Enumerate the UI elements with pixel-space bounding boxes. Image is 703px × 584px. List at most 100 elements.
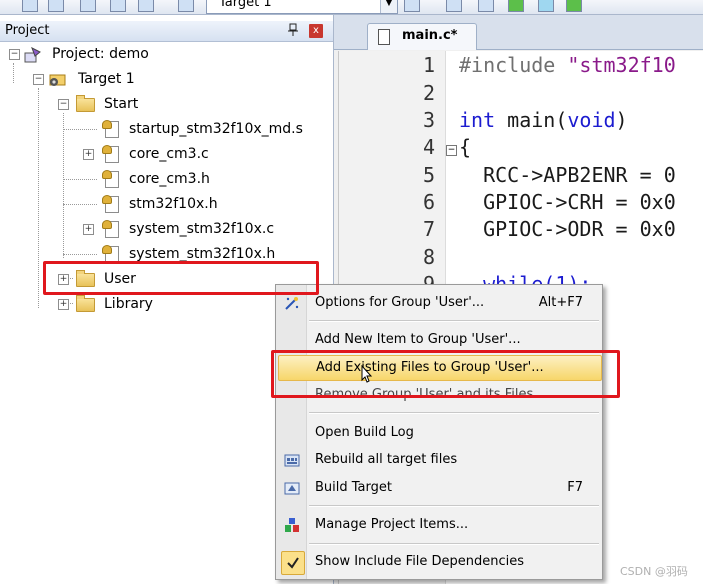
collapse-icon[interactable]: − — [9, 49, 20, 60]
line-number: 2 — [422, 81, 435, 105]
target-folder-icon — [48, 71, 68, 87]
code-token: main( — [495, 108, 568, 132]
tree-item-file[interactable]: stm32f10x.h — [0, 193, 333, 215]
toolbar-button-icon[interactable] — [566, 0, 582, 12]
watermark: CSDN @羽码 — [620, 565, 688, 578]
tree-label: startup_stm32f10x_md.s — [129, 121, 303, 137]
code-line: GPIOC->ODR = 0x0 — [459, 217, 676, 241]
tree-label: Library — [104, 296, 153, 312]
toolbar-button-icon[interactable] — [22, 0, 38, 12]
line-number: 5 — [422, 163, 435, 187]
menu-label: Manage Project Items... — [315, 517, 469, 532]
toolbar-button-icon[interactable] — [138, 0, 154, 12]
keyword-token: int — [459, 108, 496, 132]
code-line: int main(void) — [459, 108, 628, 132]
menu-item-rebuild-all[interactable]: Rebuild all target files — [278, 448, 600, 472]
tree-label: Target 1 — [78, 71, 135, 87]
close-icon[interactable]: x — [309, 24, 323, 38]
menu-item-open-build-log[interactable]: Open Build Log — [278, 421, 600, 445]
toolbar-button-icon[interactable] — [80, 0, 96, 12]
code-token: ) — [615, 108, 628, 132]
line-number: 6 — [422, 190, 435, 214]
string-token: "stm32f10 — [555, 53, 676, 77]
line-number: 4 — [422, 135, 435, 159]
tree-label: stm32f10x.h — [129, 196, 218, 212]
menu-item-build-target[interactable]: Build Target F7 — [278, 476, 600, 500]
menu-separator — [309, 505, 599, 507]
rebuild-icon — [284, 452, 300, 468]
menu-label: Show Include File Dependencies — [315, 554, 525, 569]
diamond-icon[interactable] — [508, 0, 524, 12]
target-select[interactable]: Target 1 ▼ — [206, 0, 398, 14]
tree-item-group-start[interactable]: − Start — [0, 93, 333, 115]
toolbar: Target 1 ▼ — [0, 0, 703, 15]
tree-item-file[interactable]: + system_stm32f10x.c — [0, 218, 333, 240]
menu-shortcut: Alt+F7 — [538, 295, 583, 310]
line-number: 3 — [422, 108, 435, 132]
tree-label: system_stm32f10x.c — [129, 221, 275, 237]
download-icon[interactable] — [178, 0, 194, 12]
menu-separator — [309, 412, 599, 414]
preprocessor-token: #include — [459, 53, 556, 77]
file-icon — [102, 120, 119, 138]
folder-icon — [76, 295, 95, 312]
tab-main-c[interactable]: main.c* — [367, 23, 477, 50]
panel-header: Project x — [0, 21, 333, 42]
code-line: #include "stm32f10 — [459, 53, 676, 77]
highlight-box-user — [43, 261, 319, 295]
file-icon — [102, 145, 119, 163]
menu-item-add-new-item[interactable]: Add New Item to Group 'User'... — [278, 328, 600, 352]
collapse-icon[interactable]: − — [33, 74, 44, 85]
gem-icon[interactable] — [538, 0, 554, 12]
toolbar-button-icon[interactable] — [110, 0, 126, 12]
toolbar-button-icon[interactable] — [478, 0, 494, 12]
fold-toggle-icon[interactable]: − — [446, 145, 457, 156]
tree-label: Start — [104, 96, 139, 112]
collapse-icon[interactable]: − — [58, 99, 69, 110]
tree-item-file[interactable]: + core_cm3.c — [0, 143, 333, 165]
checkmark-icon — [281, 551, 305, 575]
menu-label: Rebuild all target files — [315, 452, 458, 467]
tree-line — [63, 254, 97, 255]
menu-shortcut: F7 — [567, 480, 583, 495]
tab-label: main.c* — [402, 28, 458, 43]
toolbar-button-icon[interactable] — [446, 0, 462, 12]
document-icon — [378, 29, 390, 45]
chevron-down-icon[interactable]: ▼ — [380, 0, 397, 13]
menu-separator — [309, 320, 599, 322]
context-menu: Options for Group 'User'... Alt+F7 Add N… — [275, 284, 603, 580]
line-number: 7 — [422, 217, 435, 241]
file-icon — [102, 220, 119, 238]
pin-icon[interactable] — [286, 23, 300, 39]
wand-icon[interactable] — [404, 0, 420, 12]
menu-label: Build Target — [315, 480, 392, 495]
tree-label: core_cm3.c — [129, 146, 209, 162]
menu-label: Add New Item to Group 'User'... — [315, 332, 521, 347]
tree-item-target[interactable]: − Target 1 — [0, 68, 333, 90]
menu-item-manage-project-items[interactable]: Manage Project Items... — [278, 513, 600, 537]
tree-line — [63, 129, 97, 130]
tree-line — [63, 179, 97, 180]
toolbar-button-icon[interactable] — [48, 0, 64, 12]
expand-icon[interactable]: + — [83, 224, 94, 235]
tree-line — [63, 204, 97, 205]
tree-item-project[interactable]: − Project: demo — [0, 43, 333, 65]
menu-separator — [309, 543, 599, 545]
file-icon — [102, 170, 119, 188]
tree-item-file[interactable]: startup_stm32f10x_md.s — [0, 118, 333, 140]
panel-title: Project — [5, 23, 50, 38]
tree-item-file[interactable]: core_cm3.h — [0, 168, 333, 190]
highlight-box-add-existing — [271, 350, 620, 398]
expand-icon[interactable]: + — [83, 149, 94, 160]
expand-icon[interactable]: + — [58, 299, 69, 310]
file-icon — [102, 195, 119, 213]
folder-icon — [76, 95, 95, 112]
line-number: 8 — [422, 245, 435, 269]
code-line: GPIOC->CRH = 0x0 — [459, 190, 676, 214]
code-line: { — [459, 135, 472, 159]
menu-item-show-include-deps[interactable]: Show Include File Dependencies — [278, 550, 600, 575]
menu-label: Open Build Log — [315, 425, 414, 440]
menu-item-options-for-group[interactable]: Options for Group 'User'... Alt+F7 — [278, 291, 600, 315]
options-wand-icon — [284, 295, 300, 311]
manage-items-icon — [284, 517, 300, 533]
